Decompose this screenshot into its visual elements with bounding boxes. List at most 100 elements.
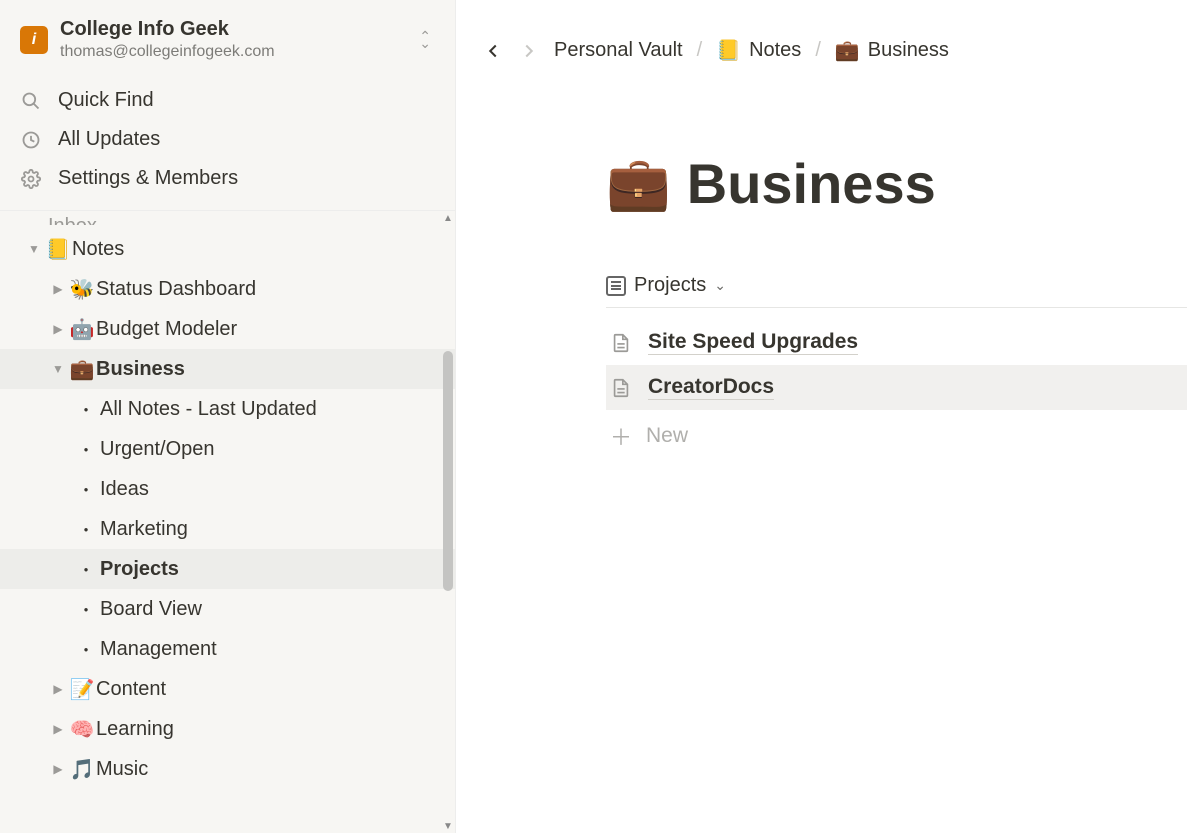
db-row-title: Site Speed Upgrades <box>648 330 858 355</box>
page-icon <box>610 377 632 399</box>
notebook-icon: 📒 <box>44 237 72 262</box>
chevron-down-icon[interactable]: ▼ <box>48 362 68 376</box>
tree-item-content[interactable]: ▶ 📝 Content <box>0 669 455 709</box>
tree-item-projects[interactable]: ● Projects <box>0 549 455 589</box>
tree-item-all-notes[interactable]: ● All Notes - Last Updated <box>0 389 455 429</box>
bullet-icon: ● <box>72 565 100 574</box>
all-updates-button[interactable]: All Updates <box>0 120 455 159</box>
breadcrumb-label: Notes <box>749 39 801 62</box>
db-new-row[interactable]: ＋ New <box>606 410 1187 462</box>
breadcrumb-separator: / <box>697 39 703 62</box>
breadcrumb-label: Business <box>868 39 949 62</box>
workspace-logo: i <box>20 26 48 54</box>
briefcase-icon: 💼 <box>835 38 860 63</box>
tree-label: Urgent/Open <box>100 438 447 461</box>
tree-item-business[interactable]: ▼ 💼 Business <box>0 349 455 389</box>
bullet-icon: ● <box>72 405 100 414</box>
list-view-icon <box>606 276 626 296</box>
workspace-email: thomas@collegeinfogeek.com <box>60 43 403 61</box>
nav-back-button[interactable] <box>482 40 504 62</box>
workspace-logo-text: i <box>32 31 36 49</box>
sidebar: i College Info Geek thomas@collegeinfoge… <box>0 0 456 833</box>
chevron-right-icon[interactable]: ▶ <box>48 762 68 776</box>
tree-item-budget-modeler[interactable]: ▶ 🤖 Budget Modeler <box>0 309 455 349</box>
bee-icon: 🐝 <box>68 277 96 302</box>
scrollbar-thumb[interactable] <box>443 351 453 591</box>
search-icon <box>20 91 42 111</box>
tree-item-urgent-open[interactable]: ● Urgent/Open <box>0 429 455 469</box>
tree-label: Business <box>96 358 447 381</box>
nav-forward-button[interactable] <box>518 40 540 62</box>
tree-label: Learning <box>96 718 447 741</box>
page-icon <box>610 332 632 354</box>
music-note-icon: 🎵 <box>68 757 96 782</box>
tree-label: Music <box>96 758 447 781</box>
chevron-right-icon[interactable]: ▶ <box>48 282 68 296</box>
breadcrumb: Personal Vault / 📒 Notes / 💼 Business <box>456 0 1187 63</box>
chevron-right-icon[interactable]: ▶ <box>48 722 68 736</box>
tree-item-status-dashboard[interactable]: ▶ 🐝 Status Dashboard <box>0 269 455 309</box>
db-new-label: New <box>646 424 688 448</box>
bullet-icon: ● <box>72 605 100 614</box>
breadcrumb-business[interactable]: 💼 Business <box>835 38 949 63</box>
settings-label: Settings & Members <box>58 167 238 190</box>
tree-label: Notes <box>72 238 447 261</box>
workspace-switcher[interactable]: i College Info Geek thomas@collegeinfoge… <box>0 0 455 77</box>
scrollbar[interactable]: ▲ ▼ <box>441 211 455 833</box>
bullet-icon: ● <box>72 525 100 534</box>
tree-label: Projects <box>100 558 447 581</box>
tree-item-music[interactable]: ▶ 🎵 Music <box>0 749 455 789</box>
breadcrumb-personal-vault[interactable]: Personal Vault <box>554 39 683 62</box>
tree-item-learning[interactable]: ▶ 🧠 Learning <box>0 709 455 749</box>
page-title-row: 💼 Business <box>606 151 1187 216</box>
page-body: 💼 Business Projects ⌄ Site Speed Upgrade… <box>456 63 1187 462</box>
bullet-icon: ● <box>72 645 100 654</box>
db-row-creatordocs[interactable]: CreatorDocs <box>606 365 1187 410</box>
tree-label: Content <box>96 678 447 701</box>
page-title[interactable]: Business <box>687 151 936 216</box>
view-tab-projects[interactable]: Projects ⌄ <box>606 274 726 297</box>
tree-label: Management <box>100 638 447 661</box>
quick-find-button[interactable]: Quick Find <box>0 81 455 120</box>
robot-icon: 🤖 <box>68 317 96 342</box>
tree-item-board-view[interactable]: ● Board View <box>0 589 455 629</box>
workspace-text: College Info Geek thomas@collegeinfogeek… <box>60 18 403 61</box>
chevron-right-icon[interactable]: ▶ <box>48 322 68 336</box>
database-list: Site Speed Upgrades CreatorDocs ＋ New <box>606 320 1187 462</box>
plus-icon: ＋ <box>610 420 630 452</box>
expand-collapse-icon[interactable]: ⌃⌄ <box>415 29 435 51</box>
main-content: Personal Vault / 📒 Notes / 💼 Business 💼 … <box>456 0 1187 833</box>
all-updates-label: All Updates <box>58 128 160 151</box>
memo-icon: 📝 <box>68 677 96 702</box>
bullet-icon: ● <box>72 485 100 494</box>
clock-icon <box>20 130 42 150</box>
tree-label: Marketing <box>100 518 447 541</box>
breadcrumb-separator: / <box>815 39 821 62</box>
settings-members-button[interactable]: Settings & Members <box>0 159 455 198</box>
chevron-down-icon[interactable]: ▼ <box>24 242 44 256</box>
tree-item-marketing[interactable]: ● Marketing <box>0 509 455 549</box>
chevron-right-icon[interactable]: ▶ <box>48 682 68 696</box>
tree-item-ideas[interactable]: ● Ideas <box>0 469 455 509</box>
quick-find-label: Quick Find <box>58 89 154 112</box>
view-tab-label: Projects <box>634 274 706 297</box>
db-row-site-speed[interactable]: Site Speed Upgrades <box>606 320 1187 365</box>
tree-label: Ideas <box>100 478 447 501</box>
gear-icon <box>20 169 42 189</box>
notebook-icon: 📒 <box>716 38 741 63</box>
brain-icon: 🧠 <box>68 717 96 742</box>
scroll-up-arrow[interactable]: ▲ <box>441 211 455 225</box>
tree-label: Status Dashboard <box>96 278 447 301</box>
chevron-down-icon[interactable]: ⌄ <box>714 277 726 294</box>
sidebar-tree[interactable]: Inbox ▼ 📒 Notes ▶ 🐝 Status Dashboard ▶ 🤖… <box>0 211 455 833</box>
tree-item-notes[interactable]: ▼ 📒 Notes <box>0 229 455 269</box>
page-icon-briefcase[interactable]: 💼 <box>606 153 671 214</box>
breadcrumb-notes[interactable]: 📒 Notes <box>716 38 801 63</box>
sidebar-top-nav: Quick Find All Updates Settings & Member… <box>0 77 455 211</box>
tree-label: All Notes - Last Updated <box>100 398 447 421</box>
database-view-tabs: Projects ⌄ <box>606 274 1187 308</box>
bullet-icon: ● <box>72 445 100 454</box>
scroll-down-arrow[interactable]: ▼ <box>441 819 455 833</box>
tree-item-inbox-clipped[interactable]: Inbox <box>0 215 455 225</box>
tree-item-management[interactable]: ● Management <box>0 629 455 669</box>
